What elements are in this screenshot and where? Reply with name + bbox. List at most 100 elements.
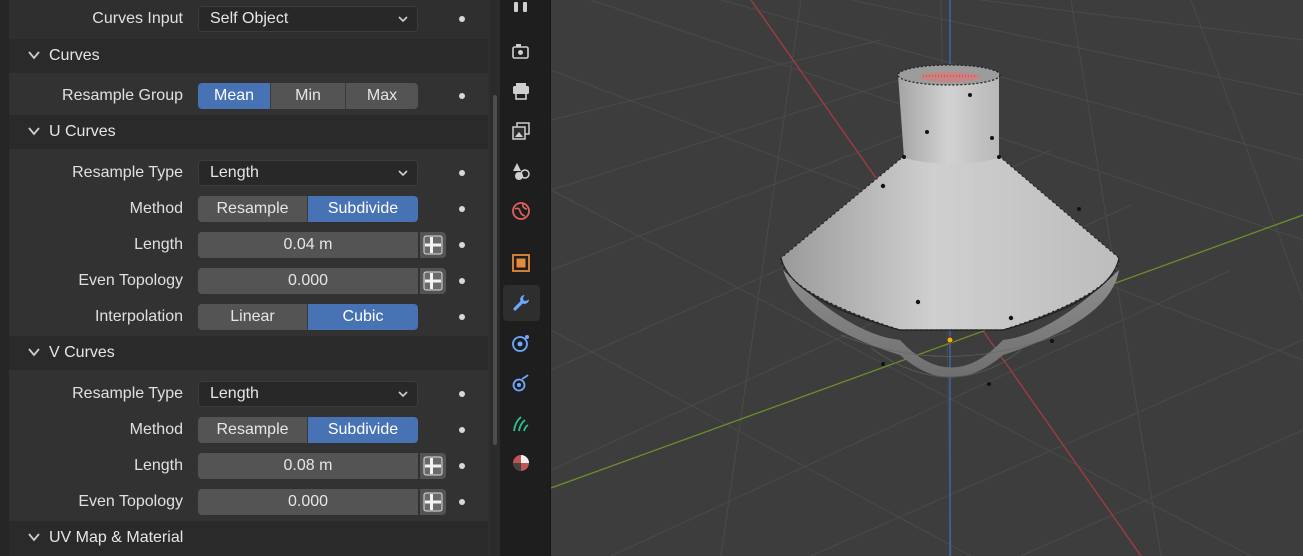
u-curves-panel-header[interactable]: U Curves (9, 115, 488, 149)
curves-input-row: Curves Input Self Object (9, 1, 488, 37)
object-icon (512, 254, 530, 272)
u-length-label: Length (134, 236, 183, 253)
view-layer-icon (512, 122, 530, 140)
curves-input-value: Self Object (210, 10, 289, 27)
u-method-label: Method (129, 200, 183, 217)
driver-icon (423, 271, 443, 291)
resample-group-row: Resample Group Mean Min Max (9, 78, 488, 114)
material-icon (513, 455, 529, 471)
tab-view-layer[interactable] (503, 113, 540, 149)
keyframe-dot[interactable] (459, 427, 465, 433)
v-method-resample[interactable]: Resample (198, 417, 308, 443)
uv-map-material-panel-header[interactable]: UV Map & Material (9, 521, 488, 556)
u-interpolation-row: Interpolation Linear Cubic (9, 299, 488, 335)
v-method-subdivide[interactable]: Subdivide (308, 417, 418, 443)
u-length-field[interactable]: 0.04 m (198, 232, 418, 258)
tab-constraints[interactable] (503, 405, 540, 441)
world-icon (512, 202, 530, 220)
curves-input-label: Curves Input (92, 10, 183, 27)
tab-scene[interactable] (503, 153, 540, 189)
driver-icon (423, 235, 443, 255)
v-curves-panel-header[interactable]: V Curves (9, 336, 488, 370)
driver-button[interactable] (420, 453, 446, 479)
u-resample-type-dropdown[interactable]: Length (198, 160, 418, 186)
keyframe-dot[interactable] (459, 463, 465, 469)
tab-world[interactable] (503, 193, 540, 229)
resample-group-toggle: Mean Min Max (198, 83, 418, 109)
tab-output[interactable] (503, 73, 540, 109)
u-method-subdivide[interactable]: Subdivide (308, 196, 418, 222)
curves-input-dropdown[interactable]: Self Object (198, 6, 418, 32)
panel-scrollbar[interactable] (493, 95, 497, 445)
driver-button[interactable] (420, 489, 446, 515)
u-method-toggle: Resample Subdivide (198, 196, 418, 222)
v-resample-type-dropdown[interactable]: Length (198, 381, 418, 407)
tab-particles[interactable] (503, 325, 540, 361)
chevron-down-icon (398, 170, 408, 177)
u-resample-type-label: Resample Type (72, 164, 183, 181)
u-method-resample[interactable]: Resample (198, 196, 308, 222)
tab-material[interactable] (503, 445, 540, 481)
particles-icon (512, 335, 529, 352)
resample-group-min[interactable]: Min (271, 83, 346, 109)
tab-physics[interactable] (503, 365, 540, 401)
chevron-down-icon (28, 51, 40, 60)
driver-button[interactable] (420, 268, 446, 294)
u-method-row: Method Resample Subdivide (9, 191, 488, 227)
u-interpolation-label: Interpolation (94, 308, 183, 325)
keyframe-dot[interactable] (459, 278, 465, 284)
mesh-object (780, 64, 1120, 386)
v-method-label: Method (129, 421, 183, 438)
output-icon (513, 83, 529, 100)
physics-icon (512, 374, 529, 392)
keyframe-dot[interactable] (459, 242, 465, 248)
driver-button[interactable] (420, 232, 446, 258)
3d-viewport[interactable] (551, 0, 1303, 556)
u-interpolation-linear[interactable]: Linear (198, 304, 308, 330)
viewport-scene (551, 0, 1303, 556)
keyframe-dot[interactable] (459, 499, 465, 505)
tab-object[interactable] (503, 245, 540, 281)
u-even-topology-label: Even Topology (78, 272, 183, 289)
v-length-label: Length (134, 457, 183, 474)
v-even-topology-row: Even Topology 0.000 (9, 484, 488, 520)
keyframe-dot[interactable] (459, 16, 465, 22)
constraints-icon (513, 416, 529, 432)
v-curves-panel-title: V Curves (49, 344, 115, 361)
keyframe-dot[interactable] (459, 93, 465, 99)
object-origin (946, 336, 954, 344)
keyframe-dot[interactable] (459, 314, 465, 320)
v-method-row: Method Resample Subdivide (9, 412, 488, 448)
chevron-down-icon (398, 16, 408, 23)
panel-edge (0, 0, 9, 556)
u-curves-panel-title: U Curves (49, 123, 116, 140)
v-method-toggle: Resample Subdivide (198, 417, 418, 443)
v-resample-type-label: Resample Type (72, 385, 183, 402)
v-even-topology-field[interactable]: 0.000 (198, 489, 418, 515)
v-resample-type-value: Length (210, 385, 259, 402)
v-length-field[interactable]: 0.08 m (198, 453, 418, 479)
resample-group-mean[interactable]: Mean (198, 83, 271, 109)
curves-panel-title: Curves (49, 47, 100, 64)
curves-panel-header[interactable]: Curves (9, 39, 488, 73)
u-length-row: Length 0.04 m (9, 227, 488, 263)
chevron-down-icon (28, 127, 40, 136)
chevron-down-icon (398, 391, 408, 398)
properties-tab-strip (500, 0, 550, 556)
chevron-down-icon (28, 533, 40, 542)
keyframe-dot[interactable] (459, 206, 465, 212)
v-length-row: Length 0.08 m (9, 448, 488, 484)
tab-render[interactable] (503, 33, 540, 69)
u-interpolation-toggle: Linear Cubic (198, 304, 418, 330)
u-interpolation-cubic[interactable]: Cubic (308, 304, 418, 330)
u-even-topology-field[interactable]: 0.000 (198, 268, 418, 294)
keyframe-dot[interactable] (459, 170, 465, 176)
u-resample-type-row: Resample Type Length (9, 155, 488, 191)
keyframe-dot[interactable] (459, 391, 465, 397)
v-even-topology-label: Even Topology (78, 493, 183, 510)
tab-modifiers[interactable] (503, 285, 540, 321)
resample-group-max[interactable]: Max (346, 83, 418, 109)
tab-tool[interactable] (503, 0, 540, 22)
driver-icon (423, 456, 443, 476)
u-resample-type-value: Length (210, 164, 259, 181)
